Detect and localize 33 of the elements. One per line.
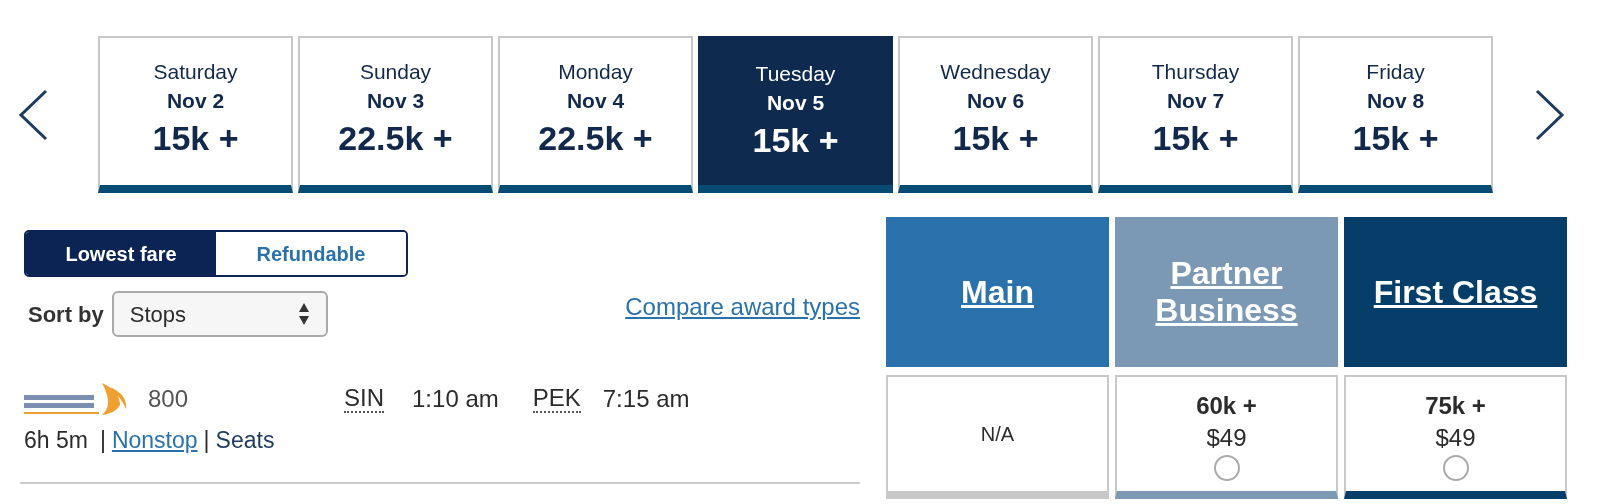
stops-link[interactable]: Nonstop xyxy=(111,423,198,458)
date-tab[interactable]: Thursday Nov 7 15k + xyxy=(1098,36,1293,193)
date-tab[interactable]: Friday Nov 8 15k + xyxy=(1298,36,1493,193)
date-tab[interactable]: Wednesday Nov 6 15k + xyxy=(898,36,1093,193)
fare-price: $49 xyxy=(1435,423,1476,453)
flight-number: 800 xyxy=(148,384,190,414)
separator: | xyxy=(99,426,106,455)
date-tab[interactable]: Monday Nov 4 22.5k + xyxy=(498,36,693,193)
sort-select[interactable]: Stops xyxy=(111,291,328,337)
fare-price: $49 xyxy=(1206,423,1247,453)
chevron-right-icon[interactable] xyxy=(1535,88,1565,141)
fare-radio[interactable] xyxy=(1213,455,1240,481)
fare-class-link[interactable]: Main xyxy=(961,273,1034,311)
date-tab[interactable]: Sunday Nov 3 22.5k + xyxy=(298,36,493,193)
origin-code: SIN xyxy=(344,385,384,413)
duration: 6h 5m xyxy=(24,426,88,455)
destination-code: PEK xyxy=(532,385,581,413)
fare-miles: 75k + xyxy=(1425,391,1486,421)
arrival-time: 7:15 am xyxy=(602,384,690,414)
fare-radio[interactable] xyxy=(1442,455,1469,481)
sort-arrows-icon xyxy=(297,301,310,327)
seats-label: Seats xyxy=(215,426,275,455)
departure-time: 1:10 am xyxy=(412,384,499,414)
date-tab[interactable]: Tuesday Nov 5 15k + xyxy=(698,36,893,193)
separator: | xyxy=(203,426,210,455)
fare-class-link[interactable]: First Class xyxy=(1373,273,1538,311)
sort-label: Sort by xyxy=(28,300,104,329)
fare-toggle-option[interactable]: Lowest fare xyxy=(26,232,216,275)
date-tab[interactable]: Saturday Nov 2 15k + xyxy=(98,36,293,193)
fare-miles: 60k + xyxy=(1196,391,1257,421)
compare-link[interactable]: Compare award types xyxy=(625,289,860,325)
fare-unavailable: N/A xyxy=(980,422,1015,447)
chevron-left-icon[interactable] xyxy=(18,88,48,141)
